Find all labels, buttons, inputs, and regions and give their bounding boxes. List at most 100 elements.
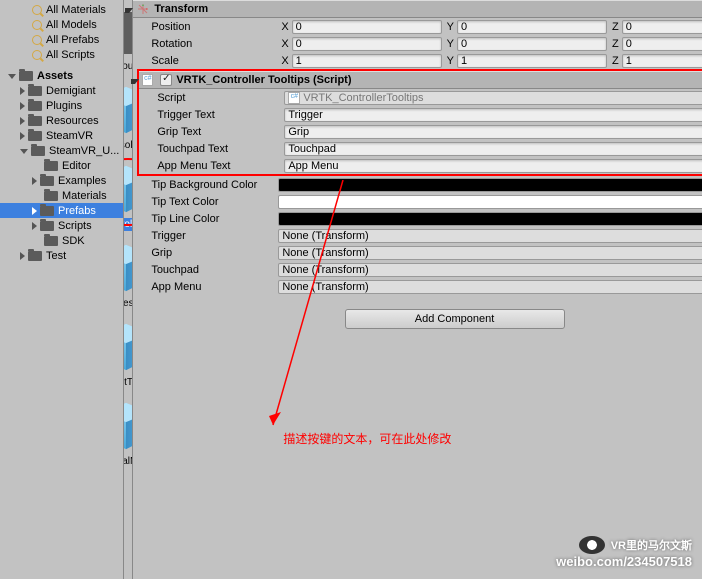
- search-icon: [32, 35, 42, 45]
- expand-icon[interactable]: [32, 207, 37, 215]
- object-field[interactable]: None (Transform): [278, 263, 702, 277]
- expand-icon[interactable]: [20, 102, 25, 110]
- y-input[interactable]: [457, 20, 607, 34]
- folder-icon: [28, 101, 42, 111]
- folder-icon: [28, 116, 42, 126]
- collapse-icon[interactable]: [131, 79, 139, 84]
- folder-item[interactable]: SDK: [0, 233, 123, 248]
- y-input[interactable]: [457, 54, 607, 68]
- search-filter[interactable]: All Models: [0, 17, 123, 32]
- prefab-cube-icon: [124, 399, 133, 453]
- expand-icon[interactable]: [20, 87, 25, 95]
- folder-item[interactable]: Plugins: [0, 98, 123, 113]
- prop-label: App Menu: [151, 281, 278, 293]
- folder-item[interactable]: Editor: [0, 158, 123, 173]
- folder-item[interactable]: SteamVR_U...: [0, 143, 123, 158]
- axis-label: Z: [609, 55, 622, 67]
- folder-item[interactable]: Test: [0, 248, 123, 263]
- text-input[interactable]: [284, 108, 702, 122]
- folder-icon: [44, 161, 58, 171]
- prop-label: Scale: [151, 55, 278, 67]
- axis-label: X: [278, 21, 291, 33]
- search-icon: [32, 5, 42, 15]
- prop-label: Touchpad Text: [157, 143, 284, 155]
- search-filter[interactable]: All Scripts: [0, 47, 123, 62]
- expand-icon[interactable]: [32, 177, 37, 185]
- prop-label: Grip: [151, 247, 278, 259]
- folder-item[interactable]: Resources: [0, 113, 123, 128]
- x-input[interactable]: [292, 37, 442, 51]
- prop-label: Position: [151, 21, 278, 33]
- folder-item[interactable]: Scripts: [0, 218, 123, 233]
- text-input[interactable]: [284, 142, 702, 156]
- expand-icon[interactable]: [8, 74, 16, 79]
- color-prop-row: Tip Text Color✎: [133, 193, 702, 210]
- z-input[interactable]: [622, 20, 702, 34]
- object-prop-row: TriggerNone (Transform): [133, 227, 702, 244]
- object-field[interactable]: None (Transform): [278, 229, 702, 243]
- x-input[interactable]: [292, 20, 442, 34]
- folder-item[interactable]: Demigiant: [0, 83, 123, 98]
- asset-label: ControllerT...: [124, 218, 133, 231]
- vrtk-tooltips-header[interactable]: c# VRTK_Controller Tooltips (Script) ? ⚙: [139, 71, 702, 89]
- folder-item[interactable]: SteamVR: [0, 128, 123, 143]
- color-swatch[interactable]: [278, 178, 702, 192]
- folder-item[interactable]: Materials: [0, 188, 123, 203]
- prefab-cube-icon: [124, 83, 133, 137]
- prop-label: Tip Text Color: [151, 196, 278, 208]
- text-prop-row: Touchpad Text: [139, 140, 702, 157]
- expand-icon[interactable]: [20, 252, 25, 260]
- folder-item-prefabs[interactable]: Prefabs: [0, 203, 123, 218]
- search-filter[interactable]: All Prefabs: [0, 32, 123, 47]
- folder-large-icon: [124, 12, 133, 54]
- expand-icon[interactable]: [20, 132, 25, 140]
- script-icon: c#: [288, 92, 300, 104]
- transform-header[interactable]: Transform ? ⚙: [133, 0, 702, 18]
- folder-icon: [19, 71, 33, 81]
- text-input[interactable]: [284, 159, 702, 173]
- text-prop-row: Grip Text: [139, 123, 702, 140]
- assets-grid[interactable]: ResourcesConsoleVi...ControllerT...Frame…: [124, 0, 133, 579]
- object-field[interactable]: None (Transform): [278, 280, 702, 294]
- folder-item[interactable]: Examples: [0, 173, 123, 188]
- text-prop-row: App Menu Text: [139, 157, 702, 174]
- axis-label: Y: [444, 55, 457, 67]
- weibo-logo-icon: [579, 536, 605, 554]
- prefab-cube-icon: [124, 320, 133, 374]
- search-filter[interactable]: All Materials: [0, 2, 123, 17]
- prop-label: App Menu Text: [157, 160, 284, 172]
- asset-label: FramesPer...: [124, 297, 133, 310]
- expand-icon[interactable]: [20, 117, 25, 125]
- add-component-button[interactable]: Add Component: [345, 309, 565, 329]
- prefab-cube-icon: [124, 162, 133, 216]
- component-title: VRTK_Controller Tooltips (Script): [176, 74, 702, 86]
- z-input[interactable]: [622, 37, 702, 51]
- folder-icon: [28, 131, 42, 141]
- axis-label: Z: [609, 38, 622, 50]
- enable-checkbox[interactable]: [160, 74, 172, 86]
- color-swatch[interactable]: [278, 212, 702, 226]
- y-input[interactable]: [457, 37, 607, 51]
- axis-label: X: [278, 38, 291, 50]
- x-input[interactable]: [292, 54, 442, 68]
- project-hierarchy[interactable]: All Materials All Models All Prefabs All…: [0, 0, 124, 579]
- z-input[interactable]: [622, 54, 702, 68]
- color-swatch[interactable]: [278, 195, 702, 209]
- search-icon: [32, 50, 42, 60]
- prop-label: Tip Background Color: [151, 179, 278, 191]
- text-input[interactable]: [284, 125, 702, 139]
- prop-label: Script: [157, 92, 284, 104]
- expand-icon[interactable]: [20, 149, 28, 154]
- prop-label: Touchpad: [151, 264, 278, 276]
- object-field[interactable]: None (Transform): [278, 246, 702, 260]
- object-prop-row: GripNone (Transform): [133, 244, 702, 261]
- collapse-icon[interactable]: [125, 8, 133, 13]
- folder-icon: [31, 146, 45, 156]
- script-object-field[interactable]: c#VRTK_ControllerTooltips: [284, 91, 702, 105]
- folder-icon: [28, 251, 42, 261]
- folder-assets[interactable]: Assets: [0, 68, 123, 83]
- asset-label: ObjectToolti...: [124, 376, 133, 389]
- search-icon: [32, 20, 42, 30]
- prop-label: Grip Text: [157, 126, 284, 138]
- expand-icon[interactable]: [32, 222, 37, 230]
